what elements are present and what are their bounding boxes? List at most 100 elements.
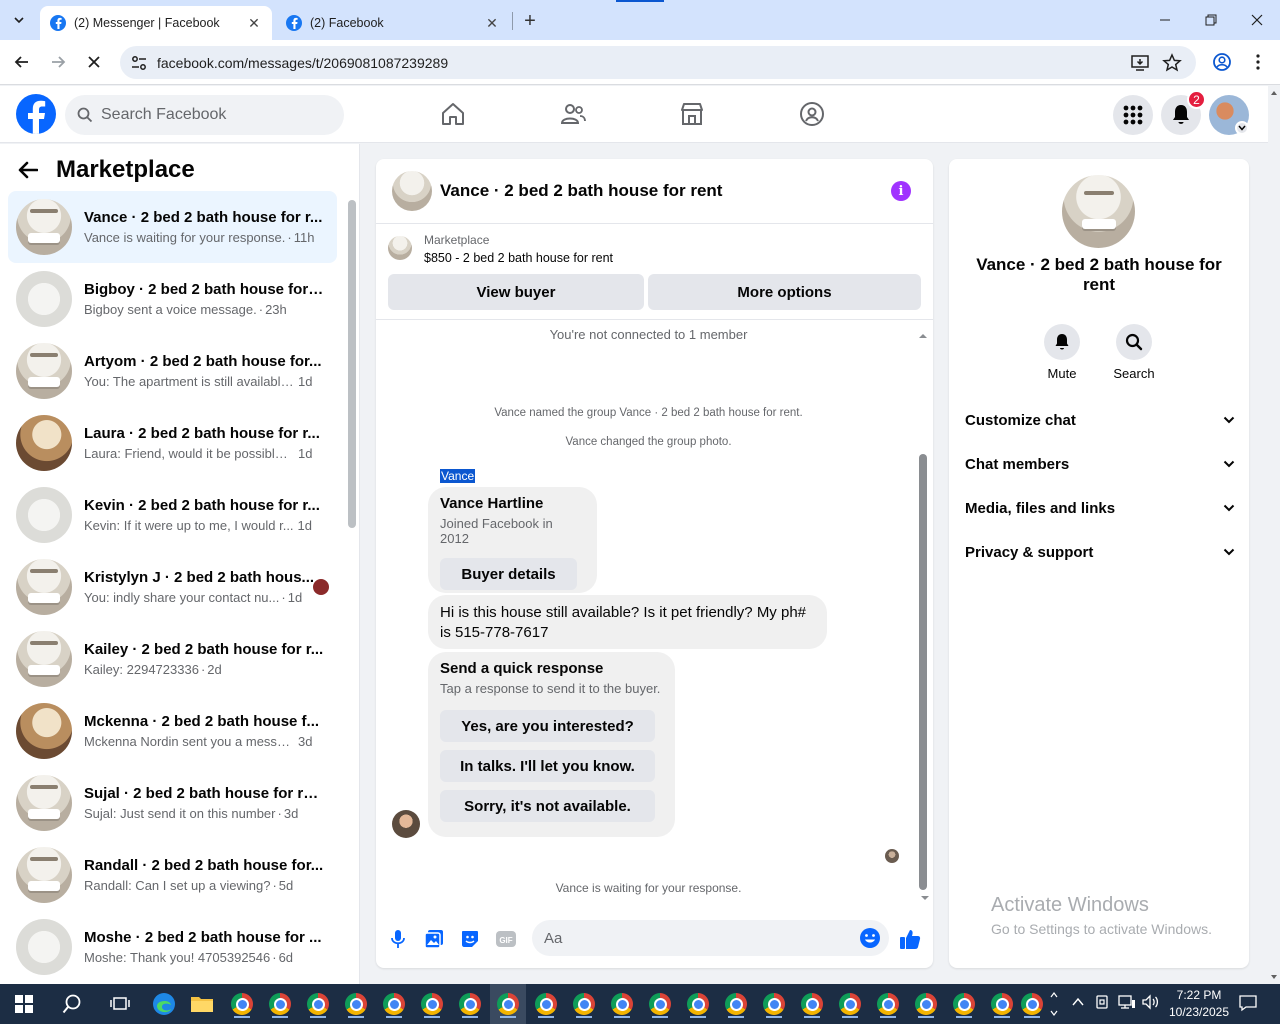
restore-button[interactable] bbox=[1188, 6, 1234, 34]
chrome-app-icon[interactable] bbox=[798, 990, 826, 1018]
chrome-app-icon[interactable] bbox=[456, 990, 484, 1018]
scroll-up-arrow-icon[interactable] bbox=[1270, 90, 1278, 96]
chrome-app-icon[interactable] bbox=[874, 990, 902, 1018]
profile-button[interactable] bbox=[1208, 48, 1236, 76]
tab-facebook[interactable]: (2) Facebook ✕ bbox=[276, 6, 510, 40]
group-photo[interactable] bbox=[1062, 175, 1135, 248]
buyer-details-button[interactable]: Buyer details bbox=[440, 558, 577, 590]
bookmark-star-icon[interactable] bbox=[1162, 53, 1182, 78]
chrome-app-icon[interactable] bbox=[722, 990, 750, 1018]
chrome-app-icon[interactable] bbox=[646, 990, 674, 1018]
conversation-item[interactable]: Mckenna · 2 bed 2 bath house f... Mckenn… bbox=[8, 695, 337, 767]
groups-nav-button[interactable] bbox=[792, 96, 832, 132]
scroll-down-arrow-icon[interactable] bbox=[919, 894, 931, 902]
stop-loading-button[interactable] bbox=[80, 48, 108, 76]
conversation-item[interactable]: Sujal · 2 bed 2 bath house for rent Suja… bbox=[8, 767, 337, 839]
chrome-app-icon[interactable] bbox=[266, 990, 294, 1018]
taskbar-search-icon[interactable] bbox=[58, 990, 86, 1018]
tab-search-button[interactable] bbox=[6, 8, 32, 32]
account-avatar[interactable] bbox=[1209, 95, 1249, 135]
customize-chat-section[interactable]: Customize chat bbox=[965, 408, 1235, 432]
chrome-app-icon[interactable] bbox=[912, 990, 940, 1018]
taskbar-overflow-scroll[interactable] bbox=[1046, 990, 1062, 1018]
marketplace-nav-button[interactable] bbox=[672, 96, 712, 132]
new-tab-button[interactable]: + bbox=[518, 10, 542, 32]
mute-action[interactable]: Mute bbox=[1032, 324, 1092, 381]
back-button[interactable] bbox=[8, 48, 36, 76]
view-buyer-button[interactable]: View buyer bbox=[388, 274, 644, 310]
message-input[interactable] bbox=[544, 929, 844, 947]
info-icon[interactable]: i bbox=[891, 181, 911, 201]
close-tab-icon[interactable]: ✕ bbox=[246, 15, 262, 31]
menu-button[interactable] bbox=[1113, 95, 1153, 135]
friends-nav-button[interactable] bbox=[553, 96, 593, 132]
emoji-icon[interactable] bbox=[859, 927, 881, 949]
install-app-icon[interactable] bbox=[1130, 53, 1150, 78]
conversation-item[interactable]: Randall · 2 bed 2 bath house for... Rand… bbox=[8, 839, 337, 911]
conversation-item[interactable]: Moshe · 2 bed 2 bath house for ... Moshe… bbox=[8, 911, 337, 983]
chrome-app-icon[interactable] bbox=[1018, 990, 1046, 1018]
chrome-app-icon[interactable] bbox=[342, 990, 370, 1018]
close-window-button[interactable] bbox=[1234, 6, 1280, 34]
chrome-app-icon[interactable] bbox=[228, 990, 256, 1018]
message-input-box[interactable] bbox=[532, 920, 889, 956]
device-icon[interactable] bbox=[1094, 994, 1110, 1013]
quick-response-option[interactable]: Yes, are you interested? bbox=[440, 710, 655, 742]
photo-icon[interactable] bbox=[423, 928, 445, 950]
close-tab-icon[interactable]: ✕ bbox=[484, 15, 500, 31]
chrome-app-icon[interactable] bbox=[988, 990, 1016, 1018]
conversation-item[interactable]: Kevin · 2 bed 2 bath house for r... Kevi… bbox=[8, 479, 337, 551]
conversation-item[interactable]: Kristylyn J · 2 bed 2 bath hous... You: … bbox=[8, 551, 337, 623]
task-view-icon[interactable] bbox=[106, 990, 134, 1018]
conversation-item[interactable]: Laura · 2 bed 2 bath house for r... Laur… bbox=[8, 407, 337, 479]
chrome-app-icon[interactable] bbox=[950, 990, 978, 1018]
facebook-logo-icon[interactable] bbox=[16, 94, 56, 134]
chrome-app-icon[interactable] bbox=[608, 990, 636, 1018]
thumbs-up-icon[interactable] bbox=[899, 928, 921, 950]
network-icon[interactable] bbox=[1118, 994, 1136, 1013]
media-files-links-section[interactable]: Media, files and links bbox=[965, 496, 1235, 520]
chat-title[interactable]: Vance · 2 bed 2 bath house for rent bbox=[440, 181, 722, 201]
chat-avatar[interactable] bbox=[392, 171, 432, 211]
sticker-icon[interactable] bbox=[459, 928, 481, 950]
chrome-app-icon[interactable] bbox=[684, 990, 712, 1018]
back-arrow-icon[interactable] bbox=[18, 161, 38, 179]
chrome-app-icon[interactable] bbox=[570, 990, 598, 1018]
listing-price-title[interactable]: $850 - 2 bed 2 bath house for rent bbox=[424, 251, 613, 265]
chat-members-section[interactable]: Chat members bbox=[965, 452, 1235, 476]
file-explorer-icon[interactable] bbox=[188, 990, 216, 1018]
scroll-up-arrow-icon[interactable] bbox=[917, 332, 929, 340]
chrome-app-icon[interactable] bbox=[304, 990, 332, 1018]
chrome-app-icon[interactable] bbox=[760, 990, 788, 1018]
facebook-search-input[interactable] bbox=[101, 106, 321, 124]
edge-browser-icon[interactable] bbox=[150, 990, 178, 1018]
taskbar-clock[interactable]: 7:22 PM 10/23/2025 bbox=[1164, 987, 1234, 1021]
quick-response-option[interactable]: Sorry, it's not available. bbox=[440, 790, 655, 822]
chrome-app-icon[interactable] bbox=[380, 990, 408, 1018]
sender-avatar[interactable] bbox=[392, 810, 420, 838]
quick-response-option[interactable]: In talks. I'll let you know. bbox=[440, 750, 655, 782]
browser-menu-button[interactable] bbox=[1244, 48, 1272, 76]
search-in-chat-action[interactable]: Search bbox=[1104, 324, 1164, 381]
tab-messenger[interactable]: (2) Messenger | Facebook ✕ bbox=[40, 6, 272, 40]
facebook-search-box[interactable] bbox=[65, 95, 344, 135]
chrome-app-icon[interactable] bbox=[836, 990, 864, 1018]
page-scrollbar[interactable] bbox=[1268, 86, 1280, 984]
site-settings-icon[interactable] bbox=[130, 54, 148, 77]
home-nav-button[interactable] bbox=[433, 96, 473, 132]
conversation-item[interactable]: Artyom · 2 bed 2 bath house for... You: … bbox=[8, 335, 337, 407]
scroll-down-arrow-icon[interactable] bbox=[1270, 974, 1278, 980]
notification-center-icon[interactable] bbox=[1238, 994, 1258, 1015]
windows-start-icon[interactable] bbox=[10, 990, 38, 1018]
chrome-app-icon[interactable] bbox=[418, 990, 446, 1018]
minimize-button[interactable] bbox=[1142, 6, 1188, 34]
privacy-support-section[interactable]: Privacy & support bbox=[965, 540, 1235, 564]
chrome-app-icon[interactable] bbox=[532, 990, 560, 1018]
chrome-app-icon[interactable] bbox=[494, 990, 522, 1018]
show-hidden-icons-chevron-up-icon[interactable] bbox=[1072, 994, 1084, 1010]
chat-scrollbar-thumb[interactable] bbox=[919, 454, 927, 890]
forward-button[interactable] bbox=[44, 48, 72, 76]
conversation-item[interactable]: Bigboy · 2 bed 2 bath house for ... Bigb… bbox=[8, 263, 337, 335]
gif-icon[interactable]: GIF bbox=[495, 928, 517, 950]
address-bar[interactable]: facebook.com/messages/t/2069081087239289 bbox=[120, 46, 1196, 79]
